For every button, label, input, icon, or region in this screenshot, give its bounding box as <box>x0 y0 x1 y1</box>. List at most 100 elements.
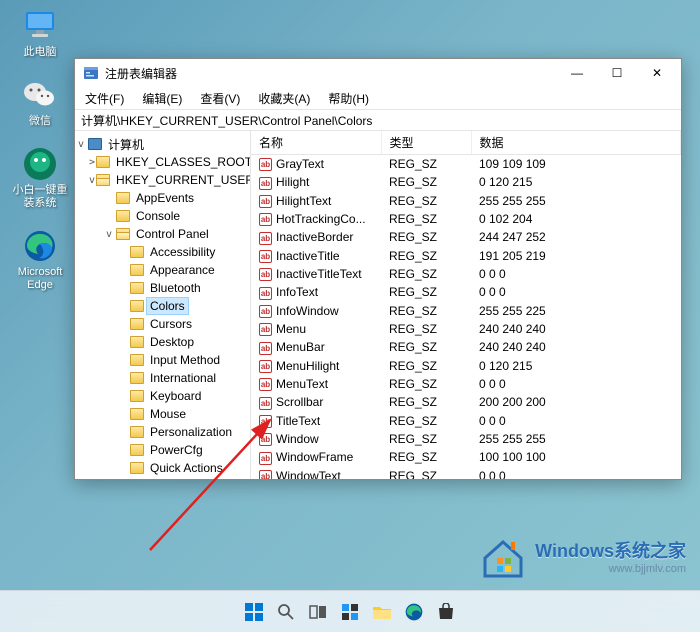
store-button[interactable] <box>433 599 459 625</box>
menu-view[interactable]: 查看(V) <box>196 88 244 109</box>
value-type: REG_SZ <box>381 173 471 191</box>
value-type: REG_SZ <box>381 357 471 375</box>
value-name: MenuHilight <box>276 359 339 373</box>
string-value-icon: ab <box>259 268 272 281</box>
explorer-button[interactable] <box>369 599 395 625</box>
desktop-icon-pc[interactable]: 此电脑 <box>12 8 68 59</box>
value-type: REG_SZ <box>381 265 471 283</box>
registry-value-row[interactable]: abMenuREG_SZ240 240 240 <box>251 320 681 338</box>
value-name: Scrollbar <box>276 395 323 409</box>
registry-value-row[interactable]: abHilightTextREG_SZ255 255 255 <box>251 192 681 210</box>
watermark-url: www.bjjmlv.com <box>535 563 686 575</box>
tree-node[interactable]: v计算机 <box>75 135 250 153</box>
menu-file[interactable]: 文件(F) <box>81 88 128 109</box>
col-type[interactable]: 类型 <box>381 131 471 155</box>
address-text: 计算机\HKEY_CURRENT_USER\Control Panel\Colo… <box>81 112 372 129</box>
value-type: REG_SZ <box>381 338 471 356</box>
tree-node[interactable]: >HKEY_CLASSES_ROOT <box>75 153 250 171</box>
registry-value-row[interactable]: abMenuBarREG_SZ240 240 240 <box>251 338 681 356</box>
value-name: Hilight <box>276 175 309 189</box>
tree-node[interactable]: PowerCfg <box>75 441 250 459</box>
registry-value-row[interactable]: abWindowTextREG_SZ0 0 0 <box>251 467 681 479</box>
tree-node[interactable]: Mouse <box>75 405 250 423</box>
tree-node[interactable]: Quick Actions <box>75 459 250 477</box>
tree-node[interactable]: Keyboard <box>75 387 250 405</box>
registry-value-row[interactable]: abInfoWindowREG_SZ255 255 225 <box>251 302 681 320</box>
value-type: REG_SZ <box>381 247 471 265</box>
folder-icon <box>130 282 144 294</box>
menu-edit[interactable]: 编辑(E) <box>138 88 186 109</box>
value-data: 0 0 0 <box>471 412 681 430</box>
folder-icon <box>130 390 144 402</box>
edge-taskbar-button[interactable] <box>401 599 427 625</box>
registry-value-row[interactable]: abWindowREG_SZ255 255 255 <box>251 430 681 448</box>
folder-icon <box>96 174 110 186</box>
string-value-icon: ab <box>259 397 272 410</box>
menu-help[interactable]: 帮助(H) <box>324 88 373 109</box>
tree-node-label: International <box>147 370 219 386</box>
desktop-icon-wechat[interactable]: 微信 <box>12 77 68 128</box>
tree-node[interactable]: Input Method <box>75 351 250 369</box>
desktop-icon-edge[interactable]: Microsoft Edge <box>12 228 68 292</box>
tree-node[interactable]: vHKEY_CURRENT_USER <box>75 171 250 189</box>
tree-node[interactable]: Bluetooth <box>75 279 250 297</box>
col-name[interactable]: 名称 <box>251 131 381 155</box>
chevron-right-icon[interactable]: > <box>89 157 95 168</box>
tree-node[interactable]: Colors <box>75 297 250 315</box>
chevron-down-icon[interactable]: v <box>103 229 115 240</box>
chevron-down-icon[interactable]: v <box>89 175 95 186</box>
registry-value-row[interactable]: abHotTrackingCo...REG_SZ0 102 204 <box>251 210 681 228</box>
registry-value-row[interactable]: abHilightREG_SZ0 120 215 <box>251 173 681 191</box>
registry-value-row[interactable]: abInactiveBorderREG_SZ244 247 252 <box>251 228 681 246</box>
registry-value-row[interactable]: abGrayTextREG_SZ109 109 109 <box>251 155 681 174</box>
tree-node[interactable]: Sound <box>75 477 250 479</box>
registry-value-row[interactable]: abInactiveTitleREG_SZ191 205 219 <box>251 247 681 265</box>
value-data: 255 255 255 <box>471 192 681 210</box>
minimize-button[interactable]: — <box>557 59 597 87</box>
tree-pane[interactable]: v计算机>HKEY_CLASSES_ROOTvHKEY_CURRENT_USER… <box>75 131 251 479</box>
taskview-button[interactable] <box>305 599 331 625</box>
string-value-icon: ab <box>259 177 272 190</box>
folder-icon <box>116 210 130 222</box>
tree-node[interactable]: Appearance <box>75 261 250 279</box>
tree-node[interactable]: AppEvents <box>75 189 250 207</box>
tree-node[interactable]: International <box>75 369 250 387</box>
folder-icon <box>130 372 144 384</box>
tree-node[interactable]: Accessibility <box>75 243 250 261</box>
tree-node[interactable]: vControl Panel <box>75 225 250 243</box>
registry-value-row[interactable]: abInactiveTitleTextREG_SZ0 0 0 <box>251 265 681 283</box>
tree-node[interactable]: Personalization <box>75 423 250 441</box>
edge-icon <box>22 228 58 264</box>
registry-value-row[interactable]: abInfoTextREG_SZ0 0 0 <box>251 283 681 301</box>
menu-favorites[interactable]: 收藏夹(A) <box>254 88 314 109</box>
string-value-icon: ab <box>259 342 272 355</box>
search-button[interactable] <box>273 599 299 625</box>
value-type: REG_SZ <box>381 302 471 320</box>
maximize-button[interactable]: ☐ <box>597 59 637 87</box>
pc-icon <box>22 8 58 44</box>
col-data[interactable]: 数据 <box>471 131 681 155</box>
widgets-button[interactable] <box>337 599 363 625</box>
registry-value-row[interactable]: abMenuHilightREG_SZ0 120 215 <box>251 357 681 375</box>
tree-node[interactable]: Console <box>75 207 250 225</box>
tree-node[interactable]: Cursors <box>75 315 250 333</box>
value-name: InfoText <box>276 285 318 299</box>
list-pane[interactable]: 名称 类型 数据 abGrayTextREG_SZ109 109 109abHi… <box>251 131 681 479</box>
registry-value-row[interactable]: abWindowFrameREG_SZ100 100 100 <box>251 448 681 466</box>
value-data: 0 0 0 <box>471 467 681 479</box>
chevron-down-icon[interactable]: v <box>75 139 87 150</box>
titlebar[interactable]: 注册表编辑器 — ☐ ✕ <box>75 59 681 87</box>
address-bar[interactable]: 计算机\HKEY_CURRENT_USER\Control Panel\Colo… <box>75 109 681 131</box>
value-name: MenuText <box>276 377 328 391</box>
close-button[interactable]: ✕ <box>637 59 677 87</box>
registry-value-row[interactable]: abTitleTextREG_SZ0 0 0 <box>251 412 681 430</box>
tree-node[interactable]: Desktop <box>75 333 250 351</box>
registry-value-row[interactable]: abMenuTextREG_SZ0 0 0 <box>251 375 681 393</box>
desktop-icon-xiaobai[interactable]: 小白一键重装系统 <box>12 146 68 210</box>
start-button[interactable] <box>241 599 267 625</box>
value-type: REG_SZ <box>381 283 471 301</box>
value-type: REG_SZ <box>381 320 471 338</box>
registry-value-row[interactable]: abScrollbarREG_SZ200 200 200 <box>251 393 681 411</box>
value-type: REG_SZ <box>381 192 471 210</box>
value-type: REG_SZ <box>381 375 471 393</box>
